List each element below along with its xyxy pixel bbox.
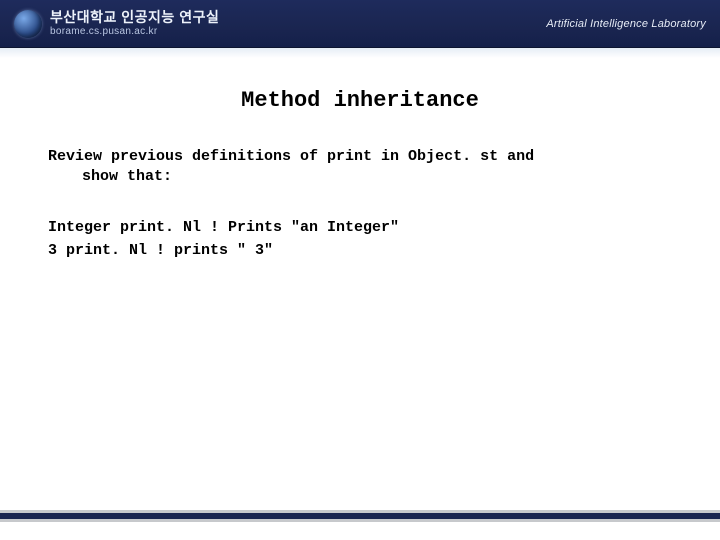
code-block: Integer print. Nl ! Prints "an Integer" … (48, 216, 672, 263)
header-gradient-band (0, 48, 720, 58)
lab-label: Artificial Intelligence Laboratory (546, 18, 706, 30)
university-logo-icon (14, 10, 42, 38)
slide-header: 부산대학교 인공지능 연구실 borame.cs.pusan.ac.kr Art… (0, 0, 720, 48)
code-line-2: 3 print. Nl ! prints " 3" (48, 239, 672, 262)
header-left-group: 부산대학교 인공지능 연구실 borame.cs.pusan.ac.kr (14, 10, 219, 38)
slide-title: Method inheritance (48, 88, 672, 113)
slide-content: Method inheritance Review previous defin… (0, 58, 720, 262)
org-subdomain: borame.cs.pusan.ac.kr (50, 26, 219, 37)
slide-footer-bar (0, 510, 720, 522)
header-text-block: 부산대학교 인공지능 연구실 borame.cs.pusan.ac.kr (50, 10, 219, 36)
intro-paragraph: Review previous definitions of print in … (48, 147, 672, 188)
org-title: 부산대학교 인공지능 연구실 (50, 10, 219, 25)
intro-line-2: show that: (82, 168, 172, 185)
code-line-1: Integer print. Nl ! Prints "an Integer" (48, 216, 672, 239)
intro-line-1: Review previous definitions of print in … (48, 148, 534, 165)
